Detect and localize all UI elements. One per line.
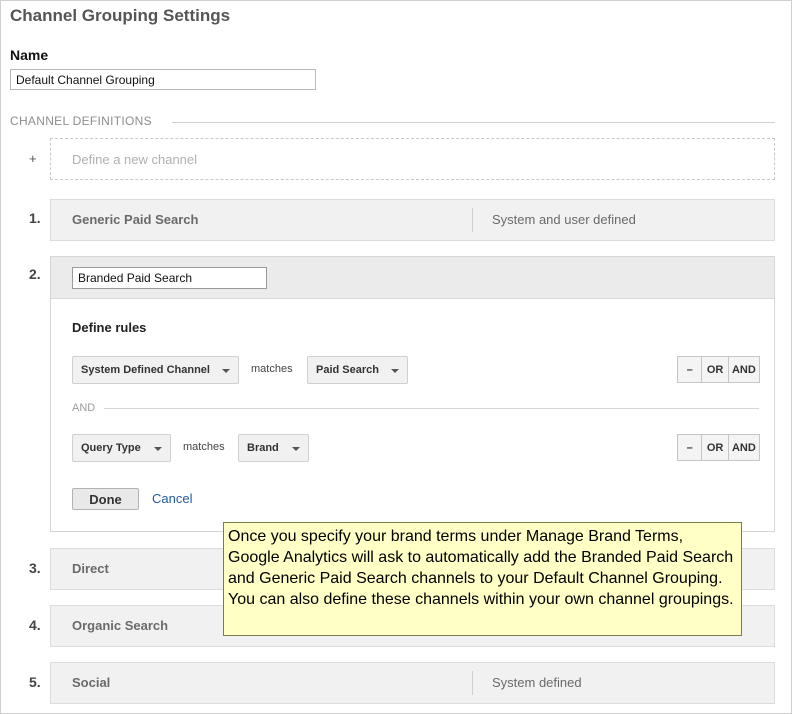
cancel-link[interactable]: Cancel <box>152 491 192 506</box>
chevron-down-icon <box>222 369 230 373</box>
and-separator-line <box>104 408 759 409</box>
brand-terms-callout: Once you specify your brand terms under … <box>223 522 742 636</box>
remove-rule-button[interactable]: – <box>678 357 703 382</box>
dimension-dropdown[interactable]: System Defined Channel <box>72 356 239 384</box>
row-divider <box>472 208 473 232</box>
and-button[interactable]: AND <box>729 435 759 460</box>
dimension-value: Query Type <box>81 442 141 454</box>
channel-name: Social <box>72 675 111 690</box>
channel-name: Direct <box>72 561 109 576</box>
value-dropdown[interactable]: Brand <box>238 434 309 462</box>
operator-label: matches <box>251 363 293 375</box>
grouping-name-input[interactable] <box>10 69 316 90</box>
channel-name: Organic Search <box>72 618 169 633</box>
dimension-dropdown[interactable]: Query Type <box>72 434 171 462</box>
name-label: Name <box>10 47 49 63</box>
channel-editor-header <box>51 257 774 299</box>
chevron-down-icon <box>292 447 300 451</box>
remove-rule-button[interactable]: – <box>678 435 703 460</box>
plus-icon: + <box>29 151 37 166</box>
value-text: Brand <box>247 442 279 454</box>
chevron-down-icon <box>154 447 162 451</box>
channel-name: Generic Paid Search <box>72 212 199 227</box>
rule-button-group: – OR AND <box>677 434 760 461</box>
done-button[interactable]: Done <box>72 488 139 510</box>
rule-button-group: – OR AND <box>677 356 760 383</box>
channel-number: 4. <box>29 617 41 633</box>
section-divider <box>172 122 775 123</box>
page-title: Channel Grouping Settings <box>10 6 231 25</box>
channel-row-generic-paid-search[interactable]: Generic Paid Search System and user defi… <box>50 199 775 241</box>
or-button[interactable]: OR <box>702 357 729 382</box>
chevron-down-icon <box>391 369 399 373</box>
and-button[interactable]: AND <box>729 357 759 382</box>
define-new-channel-label: Define a new channel <box>72 152 198 167</box>
channel-type: System defined <box>492 675 582 690</box>
and-separator-label: AND <box>72 402 96 414</box>
operator-label: matches <box>183 441 225 453</box>
channel-number: 5. <box>29 674 41 690</box>
or-button[interactable]: OR <box>702 435 729 460</box>
channel-editor-branded-paid-search: Define rules System Defined Channel matc… <box>50 256 775 532</box>
channel-name-input[interactable] <box>72 267 267 289</box>
channel-number: 1. <box>29 210 41 226</box>
dimension-value: System Defined Channel <box>81 364 210 376</box>
channel-row-social[interactable]: Social System defined <box>50 662 775 704</box>
value-text: Paid Search <box>316 364 379 376</box>
channel-number: 3. <box>29 560 41 576</box>
channel-number: 2. <box>29 266 41 282</box>
value-dropdown[interactable]: Paid Search <box>307 356 408 384</box>
row-divider <box>472 671 473 695</box>
channel-type: System and user defined <box>492 212 636 227</box>
define-new-channel-button[interactable]: Define a new channel <box>50 138 775 180</box>
define-rules-label: Define rules <box>72 320 147 335</box>
channel-definitions-header: CHANNEL DEFINITIONS <box>10 114 152 128</box>
